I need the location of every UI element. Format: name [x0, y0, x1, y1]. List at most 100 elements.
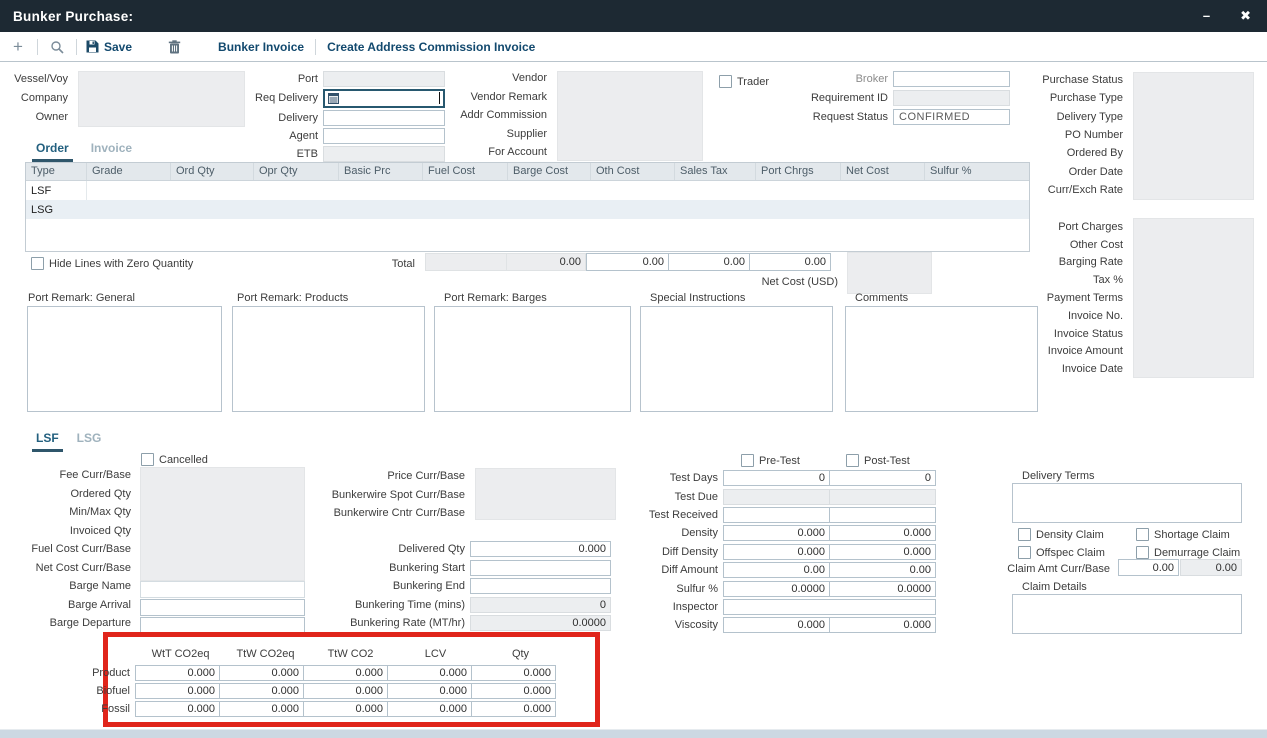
co2-col-ttw-co2: TtW CO2	[308, 648, 393, 660]
viscosity-label: Viscosity	[560, 619, 723, 631]
tab-lsf[interactable]: LSF	[32, 429, 63, 452]
barge-arrival-field[interactable]	[140, 599, 305, 616]
cancelled-label: Cancelled	[159, 454, 208, 466]
claim-details-textarea[interactable]	[1012, 594, 1242, 634]
diff-amount-pre-field[interactable]: 0.00	[723, 562, 830, 578]
cancelled-checkbox[interactable]	[141, 453, 154, 466]
etb-label: ETB	[227, 148, 323, 160]
trader-checkbox[interactable]	[719, 75, 732, 88]
col-ord-qty[interactable]: Ord Qty	[171, 163, 254, 180]
toolbar-separator	[37, 39, 38, 55]
diff-density-pre-field[interactable]: 0.000	[723, 544, 830, 560]
test-due-pre-field	[723, 489, 830, 505]
inspector-field[interactable]	[723, 599, 936, 615]
port-remark-barges-textarea[interactable]	[434, 306, 631, 412]
co2-biofuel-qty[interactable]: 0.000	[471, 683, 556, 699]
save-button[interactable]: Save	[86, 40, 132, 54]
col-type[interactable]: Type	[26, 163, 87, 180]
co2-product-wtt-co2eq[interactable]: 0.000	[135, 665, 220, 681]
col-basic-prc[interactable]: Basic Prc	[339, 163, 423, 180]
pre-test-checkbox[interactable]	[741, 454, 754, 467]
table-row-lsf[interactable]: LSF	[26, 181, 1029, 200]
req-delivery-label: Req Delivery	[227, 92, 323, 104]
sulfur-pre-field[interactable]: 0.0000	[723, 581, 830, 597]
col-net-cost[interactable]: Net Cost	[841, 163, 925, 180]
col-sales-tax[interactable]: Sales Tax	[675, 163, 756, 180]
minimize-icon[interactable]: –	[1203, 8, 1210, 24]
co2-product-ttw-co2eq[interactable]: 0.000	[219, 665, 304, 681]
request-status-field[interactable]: CONFIRMED	[893, 109, 1010, 125]
delivery-terms-textarea[interactable]	[1012, 483, 1242, 523]
col-grade[interactable]: Grade	[87, 163, 171, 180]
claim-amt-field[interactable]: 0.00	[1118, 559, 1179, 576]
viscosity-post-field[interactable]: 0.000	[829, 617, 936, 633]
add-button[interactable]: +	[8, 40, 28, 54]
col-port-chrgs[interactable]: Port Chrgs	[756, 163, 841, 180]
barge-name-field[interactable]	[140, 581, 305, 598]
purchase-type-label: Purchase Type	[1040, 92, 1128, 104]
port-remark-general-textarea[interactable]	[27, 306, 222, 412]
order-table-header: Type Grade Ord Qty Opr Qty Basic Prc Fue…	[26, 163, 1029, 181]
grade-detail-tabs: LSF LSG	[32, 429, 105, 452]
sulfur-post-field[interactable]: 0.0000	[829, 581, 936, 597]
diff-density-post-field[interactable]: 0.000	[829, 544, 936, 560]
diff-amount-post-field[interactable]: 0.00	[829, 562, 936, 578]
etb-field[interactable]	[323, 146, 445, 162]
close-icon[interactable]: ✖	[1240, 8, 1251, 24]
bunker-invoice-button[interactable]: Bunker Invoice	[218, 40, 304, 54]
tab-order[interactable]: Order	[32, 139, 73, 162]
co2-biofuel-lcv[interactable]: 0.000	[387, 683, 472, 699]
co2-product-qty[interactable]: 0.000	[471, 665, 556, 681]
co2-product-ttw-co2[interactable]: 0.000	[303, 665, 388, 681]
co2-biofuel-ttw-co2eq[interactable]: 0.000	[219, 683, 304, 699]
test-days-post-field[interactable]: 0	[829, 470, 936, 486]
offspec-claim-checkbox[interactable]	[1018, 546, 1031, 559]
req-delivery-field[interactable]	[323, 89, 445, 108]
density-pre-field[interactable]: 0.000	[723, 525, 830, 541]
post-test-checkbox[interactable]	[846, 454, 859, 467]
pre-test-checkbox-row: Pre-Test	[741, 454, 800, 467]
col-opr-qty[interactable]: Opr Qty	[254, 163, 339, 180]
hide-zero-qty-checkbox[interactable]	[31, 257, 44, 270]
col-barge-cost[interactable]: Barge Cost	[508, 163, 591, 180]
viscosity-pre-field[interactable]: 0.000	[723, 617, 830, 633]
co2-fossil-qty[interactable]: 0.000	[471, 701, 556, 717]
col-fuel-cost[interactable]: Fuel Cost	[423, 163, 508, 180]
comments-textarea[interactable]	[845, 306, 1038, 412]
demurrage-claim-checkbox[interactable]	[1136, 546, 1149, 559]
tab-invoice[interactable]: Invoice	[87, 139, 136, 162]
shortage-claim-checkbox[interactable]	[1136, 528, 1149, 541]
tab-lsg[interactable]: LSG	[73, 429, 106, 452]
search-button[interactable]	[47, 40, 67, 54]
delivery-field[interactable]	[323, 110, 445, 126]
delete-button[interactable]	[164, 40, 184, 54]
col-oth-cost[interactable]: Oth Cost	[591, 163, 675, 180]
port-field[interactable]	[323, 71, 445, 87]
special-instructions-textarea[interactable]	[640, 306, 833, 412]
co2-biofuel-ttw-co2[interactable]: 0.000	[303, 683, 388, 699]
test-days-label: Test Days	[560, 472, 723, 484]
create-address-commission-invoice-button[interactable]: Create Address Commission Invoice	[327, 40, 535, 54]
col-sulfur[interactable]: Sulfur %	[925, 163, 1029, 180]
co2-fossil-ttw-co2[interactable]: 0.000	[303, 701, 388, 717]
agent-field[interactable]	[323, 128, 445, 144]
co2-fossil-ttw-co2eq[interactable]: 0.000	[219, 701, 304, 717]
test-received-post-field[interactable]	[829, 507, 936, 523]
test-days-pre-field[interactable]: 0	[723, 470, 830, 486]
bunkering-time-label: Bunkering Time (mins)	[310, 599, 470, 611]
port-remark-products-textarea[interactable]	[232, 306, 425, 412]
vendor-labels: Vendor Vendor Remark Addr Commission Sup…	[455, 69, 552, 162]
calendar-icon[interactable]	[328, 93, 339, 104]
order-date-label: Order Date	[1040, 166, 1128, 178]
table-row-lsg[interactable]: LSG	[26, 200, 1029, 219]
density-claim-checkbox[interactable]	[1018, 528, 1031, 541]
broker-field[interactable]	[893, 71, 1010, 87]
save-icon	[86, 40, 99, 53]
co2-biofuel-wtt-co2eq[interactable]: 0.000	[135, 683, 220, 699]
co2-fossil-lcv[interactable]: 0.000	[387, 701, 472, 717]
toolbar: + Save Bunker Invoice Create Address Com…	[0, 32, 1267, 62]
density-post-field[interactable]: 0.000	[829, 525, 936, 541]
co2-fossil-wtt-co2eq[interactable]: 0.000	[135, 701, 220, 717]
co2-product-lcv[interactable]: 0.000	[387, 665, 472, 681]
test-received-pre-field[interactable]	[723, 507, 830, 523]
